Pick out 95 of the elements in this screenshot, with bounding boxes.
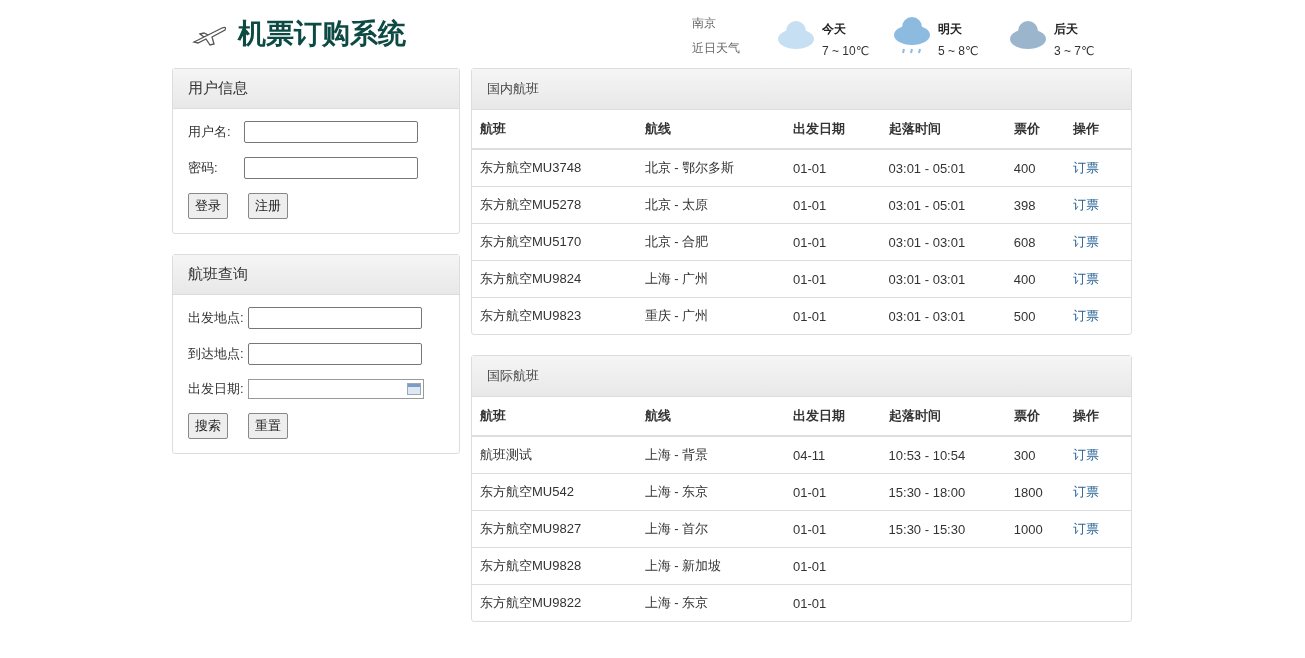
table-cell: 01-01: [785, 473, 881, 511]
table-cell: 上海 - 新加坡: [636, 547, 785, 585]
table-cell: 东方航空MU9822: [472, 584, 637, 621]
input-field[interactable]: [244, 157, 418, 179]
form-button[interactable]: 注册: [248, 193, 288, 219]
column-header: 起落时间: [880, 397, 1006, 436]
table-cell: 北京 - 鄂尔多斯: [636, 149, 785, 187]
column-header: 起落时间: [880, 110, 1006, 149]
table-cell: 01-01: [785, 547, 881, 585]
table-cell: 500: [1005, 297, 1066, 334]
column-header: 票价: [1005, 397, 1066, 436]
table-cell: 01-01: [785, 149, 881, 187]
panel-header: 国内航班: [472, 69, 1131, 110]
table-cell: 东方航空MU9824: [472, 260, 637, 298]
temperature-range: 5 ~ 8℃: [938, 43, 979, 58]
field-label: 到达地点:: [188, 345, 244, 363]
table-cell: 15:30 - 18:00: [880, 473, 1006, 511]
table-cell: 608: [1005, 223, 1066, 261]
table-cell: 1800: [1005, 473, 1066, 511]
table-cell: 03:01 - 03:01: [880, 223, 1006, 261]
table-cell: 03:01 - 03:01: [880, 260, 1006, 298]
table-cell: 01-01: [785, 186, 881, 224]
table-cell: 上海 - 广州: [636, 260, 785, 298]
table-cell: 北京 - 合肥: [636, 223, 785, 261]
table-cell: 东方航空MU5170: [472, 223, 637, 261]
book-link[interactable]: 订票: [1073, 447, 1100, 462]
column-header: 操作: [1065, 397, 1131, 436]
table-cell: 03:01 - 05:01: [880, 186, 1006, 224]
book-link[interactable]: 订票: [1073, 160, 1100, 175]
table-cell: 400: [1005, 260, 1066, 298]
column-header: 航线: [636, 397, 785, 436]
temperature-range: 7 ~ 10℃: [822, 43, 870, 58]
column-header: 航线: [636, 110, 785, 149]
day-label: 明天: [938, 20, 963, 38]
rain-cloud-icon: [892, 14, 932, 55]
form-button[interactable]: 登录: [188, 193, 228, 219]
table-cell: 03:01 - 05:01: [880, 149, 1006, 187]
table-cell: 东方航空MU5278: [472, 186, 637, 224]
date-field[interactable]: [247, 379, 424, 399]
book-link[interactable]: 订票: [1073, 197, 1100, 212]
form-button[interactable]: 重置: [248, 413, 288, 439]
table-cell: 东方航空MU542: [472, 473, 637, 511]
book-link[interactable]: 订票: [1073, 484, 1100, 499]
table-cell: 300: [1005, 436, 1066, 474]
city-name: 南京: [692, 14, 717, 32]
table-cell: 东方航空MU9823: [472, 297, 637, 334]
day-label: 后天: [1054, 20, 1079, 38]
weather-caption: 近日天气: [692, 39, 741, 57]
field-label: 出发日期:: [188, 380, 244, 398]
input-field[interactable]: [244, 121, 418, 143]
field-label: 出发地点:: [188, 309, 244, 327]
table-cell: 北京 - 太原: [636, 186, 785, 224]
table-cell: 04-11: [785, 436, 881, 474]
panel-header: 用户信息: [173, 69, 459, 109]
day-label: 今天: [822, 20, 847, 38]
table-cell: 01-01: [785, 510, 881, 548]
table-cell: 398: [1005, 186, 1066, 224]
table-cell: 东方航空MU9828: [472, 547, 637, 585]
column-header: 航班: [472, 110, 637, 149]
calendar-icon: [406, 383, 421, 395]
book-link[interactable]: 订票: [1073, 521, 1100, 536]
table-cell: 上海 - 东京: [636, 473, 785, 511]
panel-header: 航班查询: [173, 255, 459, 295]
panel-header: 国际航班: [472, 356, 1131, 397]
table-cell: 15:30 - 15:30: [880, 510, 1006, 548]
column-header: 航班: [472, 397, 637, 436]
table-cell: 10:53 - 10:54: [880, 436, 1006, 474]
table-cell: 东方航空MU3748: [472, 149, 637, 187]
field-label: 用户名:: [188, 123, 232, 141]
form-button[interactable]: 搜索: [188, 413, 228, 439]
table-cell: 上海 - 背景: [636, 436, 785, 474]
table-cell: 01-01: [785, 584, 881, 621]
table-cell: 上海 - 首尔: [636, 510, 785, 548]
table-cell: 航班测试: [472, 436, 637, 474]
table-cell: 上海 - 东京: [636, 584, 785, 621]
column-header: 出发日期: [785, 397, 881, 436]
book-link[interactable]: 订票: [1073, 234, 1100, 249]
system-title: 机票订购系统: [238, 17, 406, 51]
column-header: 票价: [1005, 110, 1066, 149]
table-cell: 01-01: [785, 297, 881, 334]
table-cell: 03:01 - 03:01: [880, 297, 1006, 334]
table-cell: 01-01: [785, 260, 881, 298]
input-field[interactable]: [247, 343, 422, 365]
table-cell: 400: [1005, 149, 1066, 187]
table-cell: 东方航空MU9827: [472, 510, 637, 548]
column-header: 出发日期: [785, 110, 881, 149]
input-field[interactable]: [247, 307, 422, 329]
table-cell: 1000: [1005, 510, 1066, 548]
column-header: 操作: [1065, 110, 1131, 149]
book-link[interactable]: 订票: [1073, 308, 1100, 323]
field-label: 密码:: [188, 159, 219, 177]
book-link[interactable]: 订票: [1073, 271, 1100, 286]
table-cell: 重庆 - 广州: [636, 297, 785, 334]
temperature-range: 3 ~ 7℃: [1054, 43, 1095, 58]
table-cell: 01-01: [785, 223, 881, 261]
